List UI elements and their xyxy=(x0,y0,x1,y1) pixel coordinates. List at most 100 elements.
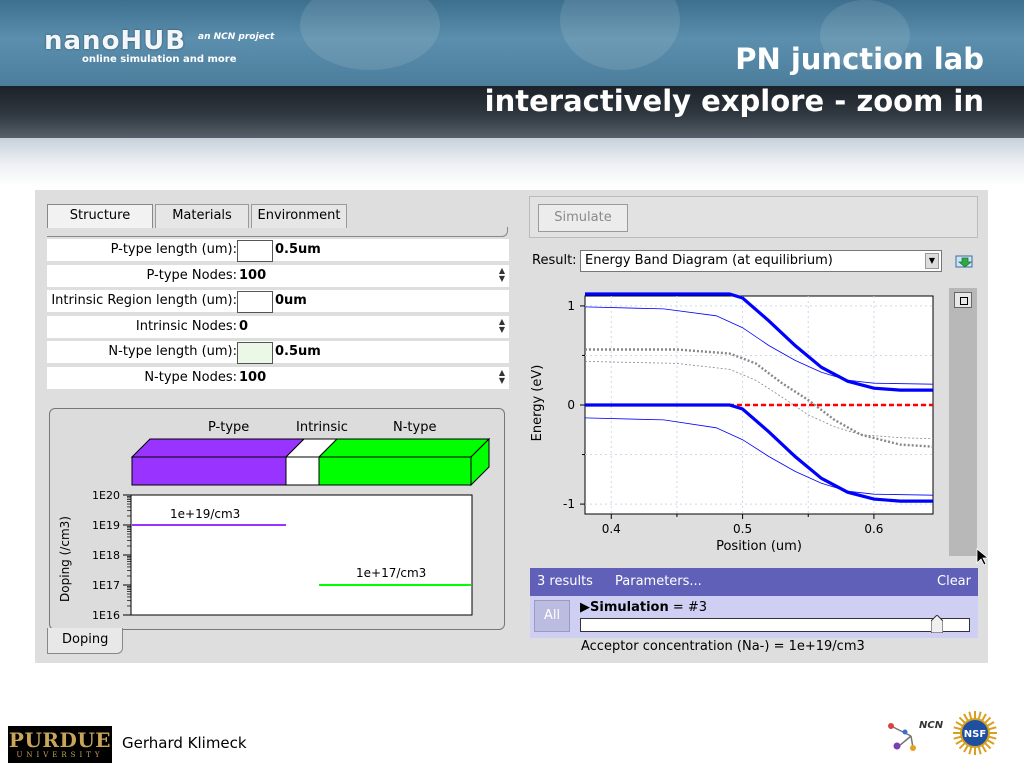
doping-panel: P-type Intrinsic N-type 1E20 1E19 1E18 1E17… xyxy=(49,408,505,630)
doping-axis-ticks: 1E20 1E19 1E18 1E17 1E16 xyxy=(92,489,131,622)
simulation-number: = #3 xyxy=(672,600,708,615)
nsf-ray xyxy=(986,721,995,727)
intrinsic-length-swatch[interactable] xyxy=(237,291,273,313)
result-select-value: Energy Band Diagram (at equilibrium) xyxy=(585,253,833,268)
intrinsic-nodes-row: Intrinsic Nodes: 0 ▲ ▼ xyxy=(47,316,509,338)
n-type-nodes-label: N-type Nodes: xyxy=(144,370,237,385)
nsf-ray xyxy=(963,713,969,722)
n-type-length-label: N-type length (um): xyxy=(108,344,237,359)
acceptor-concentration-text: Acceptor concentration (Na-) = 1e+19/cm3 xyxy=(581,639,865,654)
y-tick-label: 0 xyxy=(567,398,575,412)
x-tick-label: 0.4 xyxy=(602,522,621,536)
legend-scrollbar[interactable] xyxy=(949,288,977,556)
header-fade xyxy=(0,138,1024,186)
parameters-link[interactable]: Parameters... xyxy=(615,574,702,589)
nsf-ray xyxy=(986,739,995,745)
ncn-project-badge: an NCN project xyxy=(198,32,275,42)
intrinsic-nodes-spinner[interactable]: ▲ ▼ xyxy=(496,318,508,336)
n-type-length-row: N-type length (um): 0.5um xyxy=(47,341,509,364)
author-name: Gerhard Klimeck xyxy=(122,734,247,752)
purdue-logo: PURDUE UNIVERSITY xyxy=(8,726,112,763)
expand-triangle-icon[interactable]: ▶ xyxy=(580,600,590,615)
x-axis-label: Position (um) xyxy=(716,539,802,554)
simulate-button[interactable]: Simulate xyxy=(538,204,628,232)
tab-underline xyxy=(47,227,508,237)
ncn-logo-text: NCN xyxy=(919,720,944,731)
intrinsic-block[interactable] xyxy=(285,456,320,486)
p-type-length-label: P-type length (um): xyxy=(110,242,237,257)
p-type-nodes-spinner[interactable]: ▲ ▼ xyxy=(496,267,508,285)
tab-doping[interactable]: Doping xyxy=(47,628,123,654)
nsf-ray xyxy=(955,739,964,745)
tab-environment[interactable]: Environment xyxy=(251,204,347,228)
clear-results-button[interactable]: Clear xyxy=(937,574,971,589)
nsf-ray xyxy=(984,716,992,724)
download-icon[interactable] xyxy=(955,253,975,269)
nsf-ray xyxy=(958,716,966,724)
doping-tick-label: 1E18 xyxy=(92,549,120,562)
legend-toggle-button[interactable] xyxy=(954,292,972,308)
doping-tick-label: 1E17 xyxy=(92,579,120,592)
simulation-selector-label[interactable]: ▶Simulation = #3 xyxy=(580,600,707,615)
simulate-bar: Simulate xyxy=(529,196,978,238)
pn-junction-lab-app: Structure Materials Environment P-type l… xyxy=(35,190,988,663)
slide-title: PN junction lab xyxy=(735,42,984,76)
doping-diagram: 1E20 1E19 1E18 1E17 1E16 1e+19/cm3 1e+17/cm3… xyxy=(58,437,491,622)
energy-band-plot[interactable]: 0.4 0.5 0.6 1 0 -1 Position (um) Energy (eV) xyxy=(529,288,949,563)
simulation-slider[interactable] xyxy=(580,615,970,633)
intrinsic-nodes-input[interactable]: 0 xyxy=(239,319,248,334)
slide-subtitle: interactively explore - zoom in xyxy=(484,84,984,118)
p-type-length-row: P-type length (um): 0.5um xyxy=(47,239,509,262)
y-tick-label: -1 xyxy=(563,497,575,511)
p-doping-level-label: 1e+19/cm3 xyxy=(170,507,240,521)
nsf-ray xyxy=(958,742,966,750)
nsf-ray xyxy=(977,746,982,755)
intrinsic-length-value[interactable]: 0um xyxy=(275,293,307,308)
doping-tick-label: 1E16 xyxy=(92,609,120,622)
nsf-ray xyxy=(981,744,987,753)
n-type-block-top xyxy=(317,438,491,458)
doping-tick-label: 1E20 xyxy=(92,489,120,502)
nsf-ray xyxy=(988,735,997,740)
tab-structure[interactable]: Structure xyxy=(47,204,153,228)
n-type-nodes-input[interactable]: 100 xyxy=(239,370,266,385)
n-type-nodes-spinner[interactable]: ▲ ▼ xyxy=(496,369,508,387)
slider-thumb[interactable] xyxy=(931,615,943,633)
logo-tagline: online simulation and more xyxy=(82,54,237,65)
n-type-block[interactable] xyxy=(318,456,472,486)
n-doping-level-label: 1e+17/cm3 xyxy=(356,566,426,580)
n-type-length-value[interactable]: 0.5um xyxy=(275,344,321,359)
result-select[interactable]: Energy Band Diagram (at equilibrium) ▼ xyxy=(580,250,942,272)
purdue-logo-sub: UNIVERSITY xyxy=(16,751,104,759)
p-type-nodes-label: P-type Nodes: xyxy=(146,268,238,283)
p-type-nodes-row: P-type Nodes: 100 ▲ ▼ xyxy=(47,265,509,287)
doping-y-axis-label: Doping (/cm3) xyxy=(58,516,72,602)
decor-virus-shape xyxy=(300,0,440,70)
results-bar: 3 results Parameters... Clear xyxy=(530,568,978,596)
result-label: Result: xyxy=(532,253,577,268)
nsf-ray xyxy=(984,742,992,750)
results-count: 3 results xyxy=(537,574,593,589)
x-tick-label: 0.6 xyxy=(864,522,883,536)
p-type-length-value[interactable]: 0.5um xyxy=(275,242,321,257)
nsf-ray xyxy=(968,746,973,755)
n-type-length-swatch[interactable] xyxy=(237,342,273,364)
ncn-logo: NCN xyxy=(888,720,944,751)
p-type-nodes-input[interactable]: 100 xyxy=(239,268,266,283)
nsf-ray xyxy=(981,713,987,722)
doping-tick-label: 1E19 xyxy=(92,519,120,532)
nsf-ray xyxy=(977,711,982,720)
all-results-button[interactable]: All xyxy=(534,600,570,632)
nsf-ray xyxy=(963,744,969,753)
x-tick-label: 0.5 xyxy=(733,522,752,536)
p-type-block[interactable] xyxy=(131,456,287,486)
nsf-ray xyxy=(953,726,962,731)
p-type-length-swatch[interactable] xyxy=(237,240,273,262)
n-type-nodes-row: N-type Nodes: 100 ▲ ▼ xyxy=(47,367,509,389)
simulation-panel: All ▶Simulation = #3 xyxy=(530,596,978,638)
intrinsic-nodes-label: Intrinsic Nodes: xyxy=(135,319,237,334)
tab-materials[interactable]: Materials xyxy=(155,204,249,228)
nsf-ray xyxy=(988,726,997,731)
nsf-ray xyxy=(968,711,973,720)
chevron-down-icon[interactable]: ▼ xyxy=(925,253,939,269)
